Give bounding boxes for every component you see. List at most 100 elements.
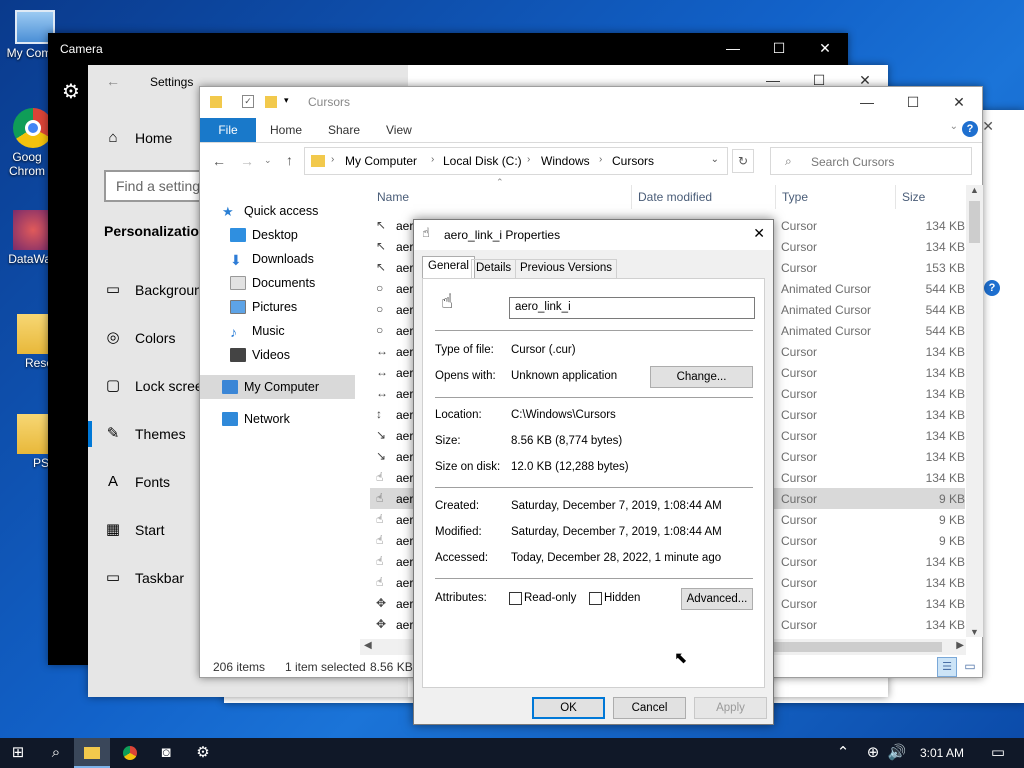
properties-icon[interactable]: ✓ (242, 95, 254, 108)
breadcrumb-local-disk[interactable]: Local Disk (C:) (443, 154, 522, 168)
file-name: aer (396, 240, 414, 254)
scrollbar-thumb[interactable] (969, 201, 980, 243)
nav-my-computer[interactable]: My Computer (222, 376, 319, 398)
chevron-right-icon: › (431, 154, 435, 165)
gear-icon[interactable]: ⚙ (62, 79, 80, 104)
tab-previous-versions[interactable]: Previous Versions (515, 259, 618, 278)
up-arrow-icon[interactable]: ↑ (286, 152, 293, 168)
search-button[interactable]: ⌕ (38, 738, 74, 768)
minimize-button[interactable]: — (710, 33, 756, 63)
details-view-icon[interactable]: ☰ (937, 657, 957, 677)
cancel-button[interactable]: Cancel (613, 697, 686, 719)
back-arrow-icon[interactable]: ← (106, 73, 120, 89)
file-size: 134 KB (925, 366, 965, 380)
hidden-label[interactable]: Hidden (604, 592, 640, 604)
settings-item-themes[interactable]: ✎ Themes (104, 425, 186, 443)
type-value: Cursor (.cur) (511, 344, 576, 356)
volume-icon[interactable]: 🔊 (886, 738, 908, 768)
settings-item-colors[interactable]: ◎ Colors (104, 329, 175, 347)
nav-downloads[interactable]: ⬇ Downloads (230, 248, 314, 270)
video-icon (230, 348, 246, 362)
scroll-down-icon[interactable]: ▼ (966, 627, 983, 637)
chevron-down-icon[interactable]: ⌄ (711, 154, 719, 165)
readonly-label[interactable]: Read-only (524, 592, 576, 604)
maximize-button[interactable]: ☐ (890, 87, 936, 117)
help-icon[interactable]: ? (962, 121, 978, 137)
column-header-type[interactable]: Type (782, 190, 808, 204)
separator (435, 397, 753, 398)
nav-label: Network (244, 412, 290, 426)
chrome-taskbar-button[interactable] (112, 738, 148, 768)
tab-general[interactable]: General (422, 256, 475, 278)
scroll-left-icon[interactable]: ◀ (364, 640, 372, 651)
close-button[interactable]: ✕ (802, 33, 848, 63)
refresh-icon[interactable]: ↻ (732, 149, 754, 173)
nav-quick-access[interactable]: ★ Quick access (222, 200, 318, 222)
ribbon-view-tab[interactable]: View (386, 118, 412, 142)
camera-taskbar-button[interactable]: ◙ (148, 738, 184, 768)
start-button[interactable]: ⊞ (0, 738, 36, 768)
nav-desktop[interactable]: Desktop (230, 224, 298, 246)
new-folder-icon[interactable] (265, 96, 277, 108)
nav-network[interactable]: Network (222, 408, 290, 430)
apply-button[interactable]: Apply (694, 697, 767, 719)
forward-arrow-icon[interactable]: → (240, 153, 254, 169)
column-header-date[interactable]: Date modified (638, 190, 712, 204)
settings-item-taskbar[interactable]: ▭ Taskbar (104, 569, 184, 587)
close-button[interactable]: ✕ (936, 87, 982, 117)
file-size: 134 KB (925, 387, 965, 401)
address-bar[interactable]: › My Computer › Local Disk (C:) › Window… (304, 147, 728, 175)
ribbon-share-tab[interactable]: Share (328, 118, 360, 142)
ok-button[interactable]: OK (532, 697, 605, 719)
ribbon-expand-icon[interactable]: ⌄ (950, 121, 958, 132)
filename-input[interactable]: aero_link_i (509, 297, 755, 319)
breadcrumb-my-computer[interactable]: My Computer (345, 154, 417, 168)
file-type: Cursor (781, 450, 818, 464)
settings-item-fonts[interactable]: A Fonts (104, 473, 170, 491)
folder-icon (311, 155, 325, 167)
network-icon[interactable]: ⊕ (862, 738, 884, 768)
back-arrow-icon[interactable]: ← (212, 153, 226, 169)
large-icons-view-icon[interactable]: ▭ (960, 657, 980, 677)
nav-documents[interactable]: Documents (230, 272, 315, 294)
breadcrumb-cursors[interactable]: Cursors (612, 154, 654, 168)
help-icon[interactable]: ? (984, 280, 1000, 296)
ribbon-home-tab[interactable]: Home (270, 118, 302, 142)
explorer-taskbar-button[interactable] (74, 738, 110, 768)
clock[interactable]: 3:01 AM (912, 738, 972, 768)
ribbon-file-tab[interactable]: File (200, 118, 256, 142)
chevron-up-icon[interactable]: ⌃ (832, 738, 854, 768)
nav-videos[interactable]: Videos (230, 344, 290, 366)
tab-details[interactable]: Details (471, 259, 517, 278)
dropdown-icon[interactable]: ▾ (284, 95, 289, 106)
cursor-file-icon: ↔ (376, 386, 388, 400)
folder-icon (17, 414, 49, 454)
nav-music[interactable]: ♪ Music (230, 320, 285, 342)
close-button[interactable]: ✕ (753, 225, 765, 242)
minimize-button[interactable]: — (844, 87, 890, 117)
scroll-right-icon[interactable]: ▶ (956, 640, 964, 651)
advanced-button[interactable]: Advanced... (681, 588, 753, 610)
settings-item-background[interactable]: ▭ Background (104, 281, 210, 299)
breadcrumb-windows[interactable]: Windows (541, 154, 590, 168)
settings-home[interactable]: ⌂ Home (104, 129, 172, 147)
settings-item-lock-screen[interactable]: ▢ Lock screen (104, 377, 211, 395)
separator (435, 487, 753, 488)
settings-taskbar-button[interactable]: ⚙ (185, 738, 221, 768)
column-header-name[interactable]: Name (377, 190, 409, 204)
file-type: Cursor (781, 597, 818, 611)
nav-pictures[interactable]: Pictures (230, 296, 297, 318)
search-input[interactable]: ⌕ Search Cursors (770, 147, 972, 175)
recent-dropdown-icon[interactable]: ⌄ (264, 155, 272, 166)
readonly-checkbox[interactable] (509, 592, 522, 605)
settings-item-start[interactable]: ▦ Start (104, 521, 165, 539)
vertical-scrollbar[interactable]: ▲ ▼ (966, 185, 983, 637)
modified-label: Modified: (435, 526, 482, 538)
close-icon[interactable]: ✕ (982, 118, 994, 135)
notification-icon[interactable]: ▭ (980, 738, 1016, 768)
column-header-size[interactable]: Size (902, 190, 925, 204)
change-button[interactable]: Change... (650, 366, 753, 388)
hidden-checkbox[interactable] (589, 592, 602, 605)
scroll-up-icon[interactable]: ▲ (966, 185, 983, 195)
maximize-button[interactable]: ☐ (756, 33, 802, 63)
